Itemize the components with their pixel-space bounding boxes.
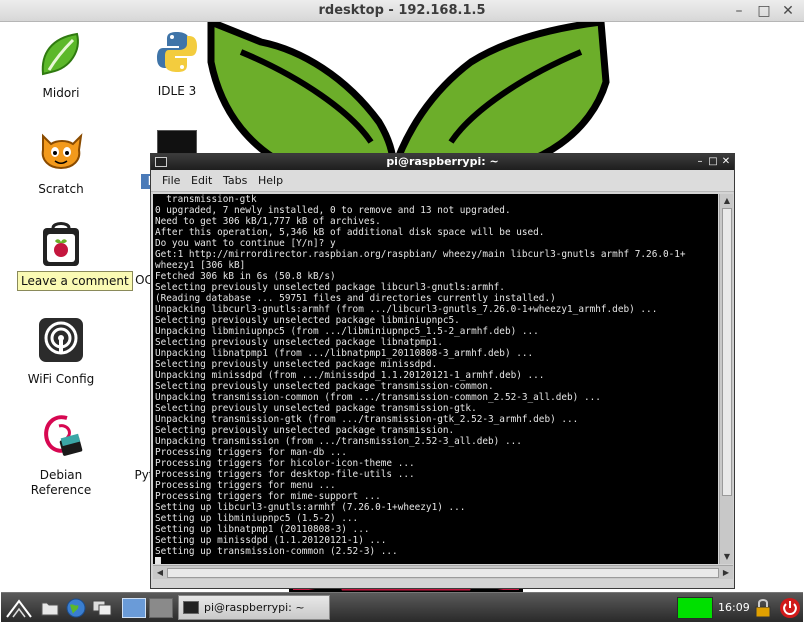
desktop-icon-idle3[interactable]: IDLE 3 (131, 28, 223, 100)
horizontal-scroll-thumb[interactable] (167, 568, 719, 578)
terminal-maximize-button[interactable]: □ (707, 155, 719, 168)
desktop-icon-wifi-config[interactable]: WiFi Config (15, 316, 107, 388)
terminal-menubar: File Edit Tabs Help (151, 170, 734, 192)
window-minimize-button[interactable]: – (730, 2, 748, 20)
desktop-icon-label: IDLE 3 (157, 84, 197, 98)
desktop-icon-label: Scratch (38, 182, 84, 196)
desktop-icon-scratch[interactable]: Scratch (15, 126, 107, 198)
window-close-button[interactable]: ✕ (779, 2, 797, 20)
terminal-line: Setting up minissdpd (1.1.20120121-1) ..… (155, 535, 387, 546)
terminal-horizontal-scrollbar[interactable]: ◀ ▶ (153, 565, 733, 579)
terminal-titlebar[interactable]: pi@raspberrypi: ~ – □ ✕ (151, 154, 734, 170)
scratch-icon (41, 133, 83, 170)
terminal-line: After this operation, 5,346 kB of additi… (155, 227, 545, 238)
terminal-line: Selecting previously unselected package … (155, 359, 438, 370)
debian-icon (44, 415, 83, 456)
desktop-icon-midori[interactable]: Midori (15, 30, 107, 102)
cpu-monitor (677, 597, 713, 619)
terminal-line: Setting up libminiupnpc5 (1.5-2) ... (155, 513, 359, 524)
terminal-line: Processing triggers for menu ... (155, 480, 336, 491)
menu-tabs[interactable]: Tabs (223, 174, 247, 187)
terminal-line: Setting up libnatpmp1 (20110808-3) ... (155, 524, 370, 535)
lock-screen-icon[interactable] (753, 597, 773, 619)
terminal-line: 0 upgraded, 7 newly installed, 0 to remo… (155, 205, 511, 216)
taskbar-task-terminal[interactable]: pi@raspberrypi: ~ (178, 595, 330, 620)
desktop-icon-debian-reference[interactable]: Debian Reference (15, 412, 107, 502)
terminal-line: Processing triggers for desktop-file-uti… (155, 469, 415, 480)
terminal-minimize-button[interactable]: – (694, 155, 706, 168)
terminal-line: Do you want to continue [Y/n]? y (155, 238, 336, 249)
desktop-2-icon[interactable] (149, 598, 173, 618)
window-maximize-button[interactable]: □ (755, 2, 773, 20)
terminal-line: Processing triggers for hicolor-icon-the… (155, 458, 415, 469)
vertical-scroll-thumb[interactable] (722, 208, 732, 496)
terminal-line: Unpacking libcurl3-gnutls:armhf (from ..… (155, 304, 658, 315)
desktop-icon-label: Debian Reference (30, 468, 92, 497)
terminal-line: transmission-gtk (155, 194, 257, 205)
taskbar-task-label: pi@raspberrypi: ~ (204, 601, 305, 614)
terminal-line: Selecting previously unselected package … (155, 425, 455, 436)
terminal-line: Selecting previously unselected package … (155, 337, 443, 348)
clock[interactable]: 16:09 (718, 601, 750, 614)
pi-store-icon (43, 222, 79, 266)
terminal-line: Unpacking libminiupnpc5 (from .../libmin… (155, 326, 539, 337)
terminal-line: Processing triggers for mime-support ... (155, 491, 381, 502)
terminal-line: Need to get 306 kB/1,777 kB of archives. (155, 216, 381, 227)
window-switch-icon[interactable] (91, 597, 113, 619)
taskbar: pi@raspberrypi: ~ 16:09 (1, 592, 803, 622)
desktop-icon-label: Midori (42, 86, 80, 100)
web-browser-icon[interactable] (65, 597, 87, 619)
terminal-line: Selecting previously unselected package … (155, 403, 477, 414)
terminal-line: Get:1 http://mirrordirector.raspbian.org… (155, 249, 686, 260)
terminal-line: Setting up transmission-common (2.52-3) … (155, 546, 398, 557)
terminal-line: Fetched 306 kB in 6s (50.8 kB/s) (155, 271, 336, 282)
scroll-up-arrow-icon[interactable]: ▲ (721, 195, 733, 207)
terminal-close-button[interactable]: ✕ (720, 155, 732, 168)
terminal-output[interactable]: transmission-gtk 0 upgraded, 7 newly inst… (153, 194, 718, 564)
menu-edit[interactable]: Edit (191, 174, 212, 187)
terminal-line: Unpacking transmission-common (from .../… (155, 392, 601, 403)
menu-file[interactable]: File (162, 174, 180, 187)
terminal-line: Unpacking libnatpmp1 (from .../libnatpmp… (155, 348, 534, 359)
terminal-cursor (155, 557, 161, 564)
terminal-line: Unpacking transmission-gtk (from .../tra… (155, 414, 579, 425)
terminal-line: Setting up libcurl3-gnutls:armhf (7.26.0… (155, 502, 466, 513)
terminal-line: Selecting previously unselected package … (155, 381, 494, 392)
scroll-right-arrow-icon[interactable]: ▶ (720, 567, 732, 579)
terminal-line: Unpacking minissdpd (from .../minissdpd_… (155, 370, 545, 381)
terminal-line: (Reading database ... 59751 files and di… (155, 293, 556, 304)
menu-help[interactable]: Help (258, 174, 283, 187)
power-icon[interactable] (779, 597, 801, 619)
desktop-1-icon[interactable] (122, 598, 146, 618)
wifi-config-icon (39, 318, 83, 362)
midori-icon (41, 32, 79, 76)
desktop-tooltip: Leave a comment (17, 271, 133, 291)
terminal-line: Selecting previously unselected package … (155, 282, 505, 293)
python-icon (157, 32, 197, 72)
desktop-icon-label: WiFi Config (27, 372, 95, 386)
remote-desktop[interactable]: Midori IDLE 3 Scratch L Leave a comm (1, 22, 803, 592)
terminal-line: wheezy1 [306 kB] (155, 260, 246, 271)
file-manager-icon[interactable] (39, 597, 61, 619)
rdesktop-titlebar[interactable]: rdesktop - 192.168.1.5 – □ ✕ (0, 0, 804, 22)
terminal-line: Processing triggers for man-db ... (155, 447, 347, 458)
terminal-title: pi@raspberrypi: ~ (386, 155, 499, 168)
scroll-down-arrow-icon[interactable]: ▼ (721, 551, 733, 563)
terminal-window[interactable]: pi@raspberrypi: ~ – □ ✕ File Edit Tabs H… (150, 153, 735, 589)
start-menu-icon[interactable] (5, 597, 33, 619)
terminal-icon (183, 601, 199, 614)
rdesktop-window-title: rdesktop - 192.168.1.5 (318, 3, 486, 18)
terminal-line: Unpacking transmission (from .../transmi… (155, 436, 522, 447)
terminal-vertical-scrollbar[interactable]: ▲ ▼ (719, 194, 733, 564)
scroll-left-arrow-icon[interactable]: ◀ (154, 567, 166, 579)
terminal-line: Selecting previously unselected package … (155, 315, 460, 326)
terminal-prompt-line[interactable] (155, 557, 718, 564)
